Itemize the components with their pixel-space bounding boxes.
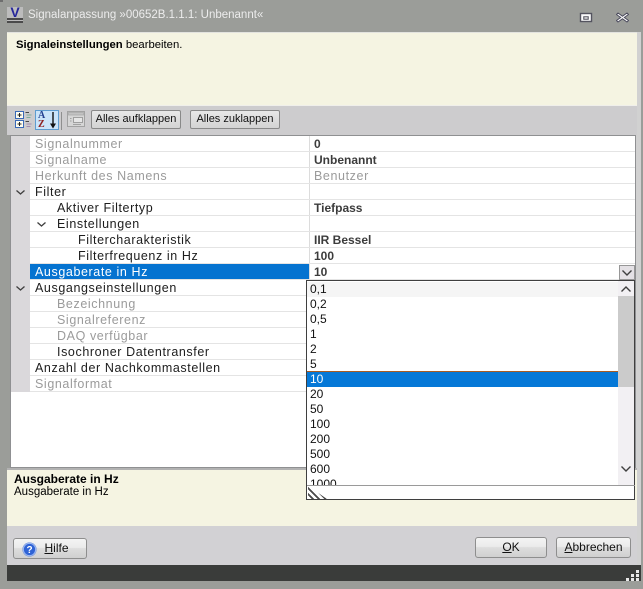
svg-text:?: ?	[26, 545, 32, 556]
